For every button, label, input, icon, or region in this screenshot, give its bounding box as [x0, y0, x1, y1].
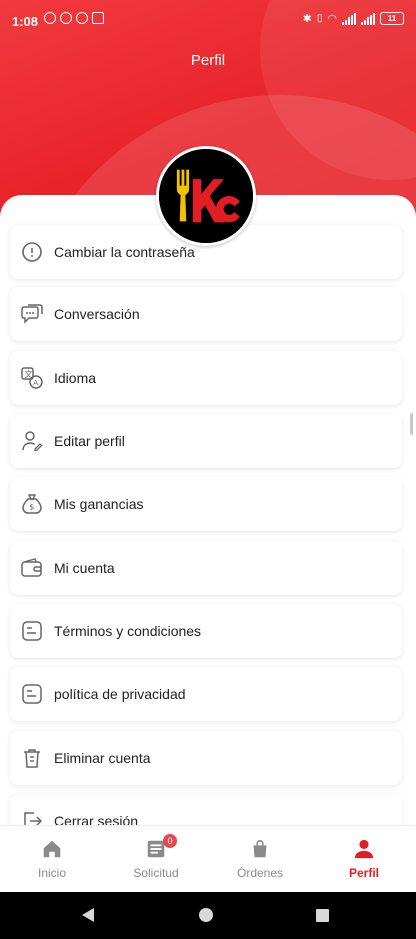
recent-apps-icon[interactable] [316, 909, 329, 922]
nav-item-home[interactable]: Inicio [0, 826, 104, 892]
menu-item-privacy-policy[interactable]: política de privacidad [10, 667, 402, 721]
app-icon [60, 12, 72, 24]
wallet-icon [20, 556, 44, 580]
wifi-icon: ◠ [327, 13, 337, 25]
menu-item-label: Mi cuenta [54, 560, 115, 576]
bottom-navigation: Inicio 0 Solicitud Órdenes Perfil [0, 825, 416, 892]
nav-item-requests[interactable]: 0 Solicitud [104, 826, 208, 892]
money-bag-icon: $ [20, 492, 44, 516]
menu-item-label: Mis ganancias [54, 496, 144, 512]
status-bar: 1:08 ✱ ▯ ◠ 11 [0, 8, 416, 36]
menu-item-label: Cambiar la contraseña [54, 244, 195, 260]
logout-icon [20, 809, 44, 825]
menu-item-conversation[interactable]: Conversación [10, 287, 402, 341]
back-icon[interactable] [82, 908, 94, 922]
svg-text:$: $ [29, 503, 34, 512]
app-icon [92, 12, 104, 24]
vibrate-icon: ▯ [316, 13, 323, 24]
notification-icons [44, 12, 104, 24]
nav-item-label: Perfil [348, 866, 379, 880]
svg-text:A: A [33, 379, 38, 387]
bag-icon [253, 839, 267, 858]
status-time: 1:08 [12, 14, 39, 29]
home-button-icon[interactable] [199, 908, 213, 922]
whatsapp-icon [76, 12, 88, 24]
menu-item-label: política de privacidad [54, 686, 186, 702]
document-icon [20, 682, 44, 706]
profile-card: Cambiar la contraseña Conversación 文A Id… [0, 195, 416, 825]
nav-item-orders[interactable]: Órdenes [208, 826, 312, 892]
nav-item-label: Solicitud [133, 866, 179, 880]
user-edit-icon [20, 429, 44, 453]
nav-item-label: Inicio [37, 866, 66, 880]
person-icon [354, 839, 374, 859]
menu-item-my-account[interactable]: Mi cuenta [10, 541, 402, 595]
menu-item-logout[interactable]: Cerrar sesión [10, 794, 402, 825]
translate-icon: 文A [20, 366, 44, 390]
signal-icon [361, 12, 375, 25]
restaurant-logo [159, 149, 253, 243]
menu-item-delete-account[interactable]: Eliminar cuenta [10, 731, 402, 785]
notification-badge: 0 [163, 834, 177, 848]
bluetooth-icon: ✱ [302, 13, 312, 25]
menu-item-edit-profile[interactable]: Editar perfil [10, 414, 402, 468]
menu-item-label: Idioma [54, 370, 97, 386]
nav-item-profile[interactable]: Perfil [312, 826, 416, 892]
nav-item-label: Órdenes [236, 866, 284, 880]
lock-info-icon [20, 240, 44, 264]
system-icons: ✱ ▯ ◠ 11 [303, 12, 404, 25]
menu-item-label: Cerrar sesión [54, 813, 139, 825]
battery-icon: 11 [380, 12, 404, 25]
menu-item-label: Conversación [54, 306, 140, 322]
menu-item-language[interactable]: 文A Idioma [10, 351, 402, 405]
menu-item-label: Eliminar cuenta [54, 750, 151, 766]
page-title: Perfil [190, 52, 226, 69]
chat-bubble-icon [20, 302, 44, 326]
menu-item-label: Editar perfil [54, 433, 125, 449]
menu-item-label: Términos y condiciones [54, 623, 202, 639]
signal-icon [342, 12, 356, 25]
whatsapp-icon [44, 12, 56, 24]
menu-item-terms[interactable]: Términos y condiciones [10, 604, 402, 658]
menu-item-earnings[interactable]: $ Mis ganancias [10, 477, 402, 531]
scrollbar[interactable] [410, 413, 413, 435]
document-icon [20, 619, 44, 643]
avatar [156, 146, 256, 246]
home-icon [43, 840, 61, 858]
system-navigation-bar [0, 892, 416, 939]
trash-icon [20, 746, 44, 770]
